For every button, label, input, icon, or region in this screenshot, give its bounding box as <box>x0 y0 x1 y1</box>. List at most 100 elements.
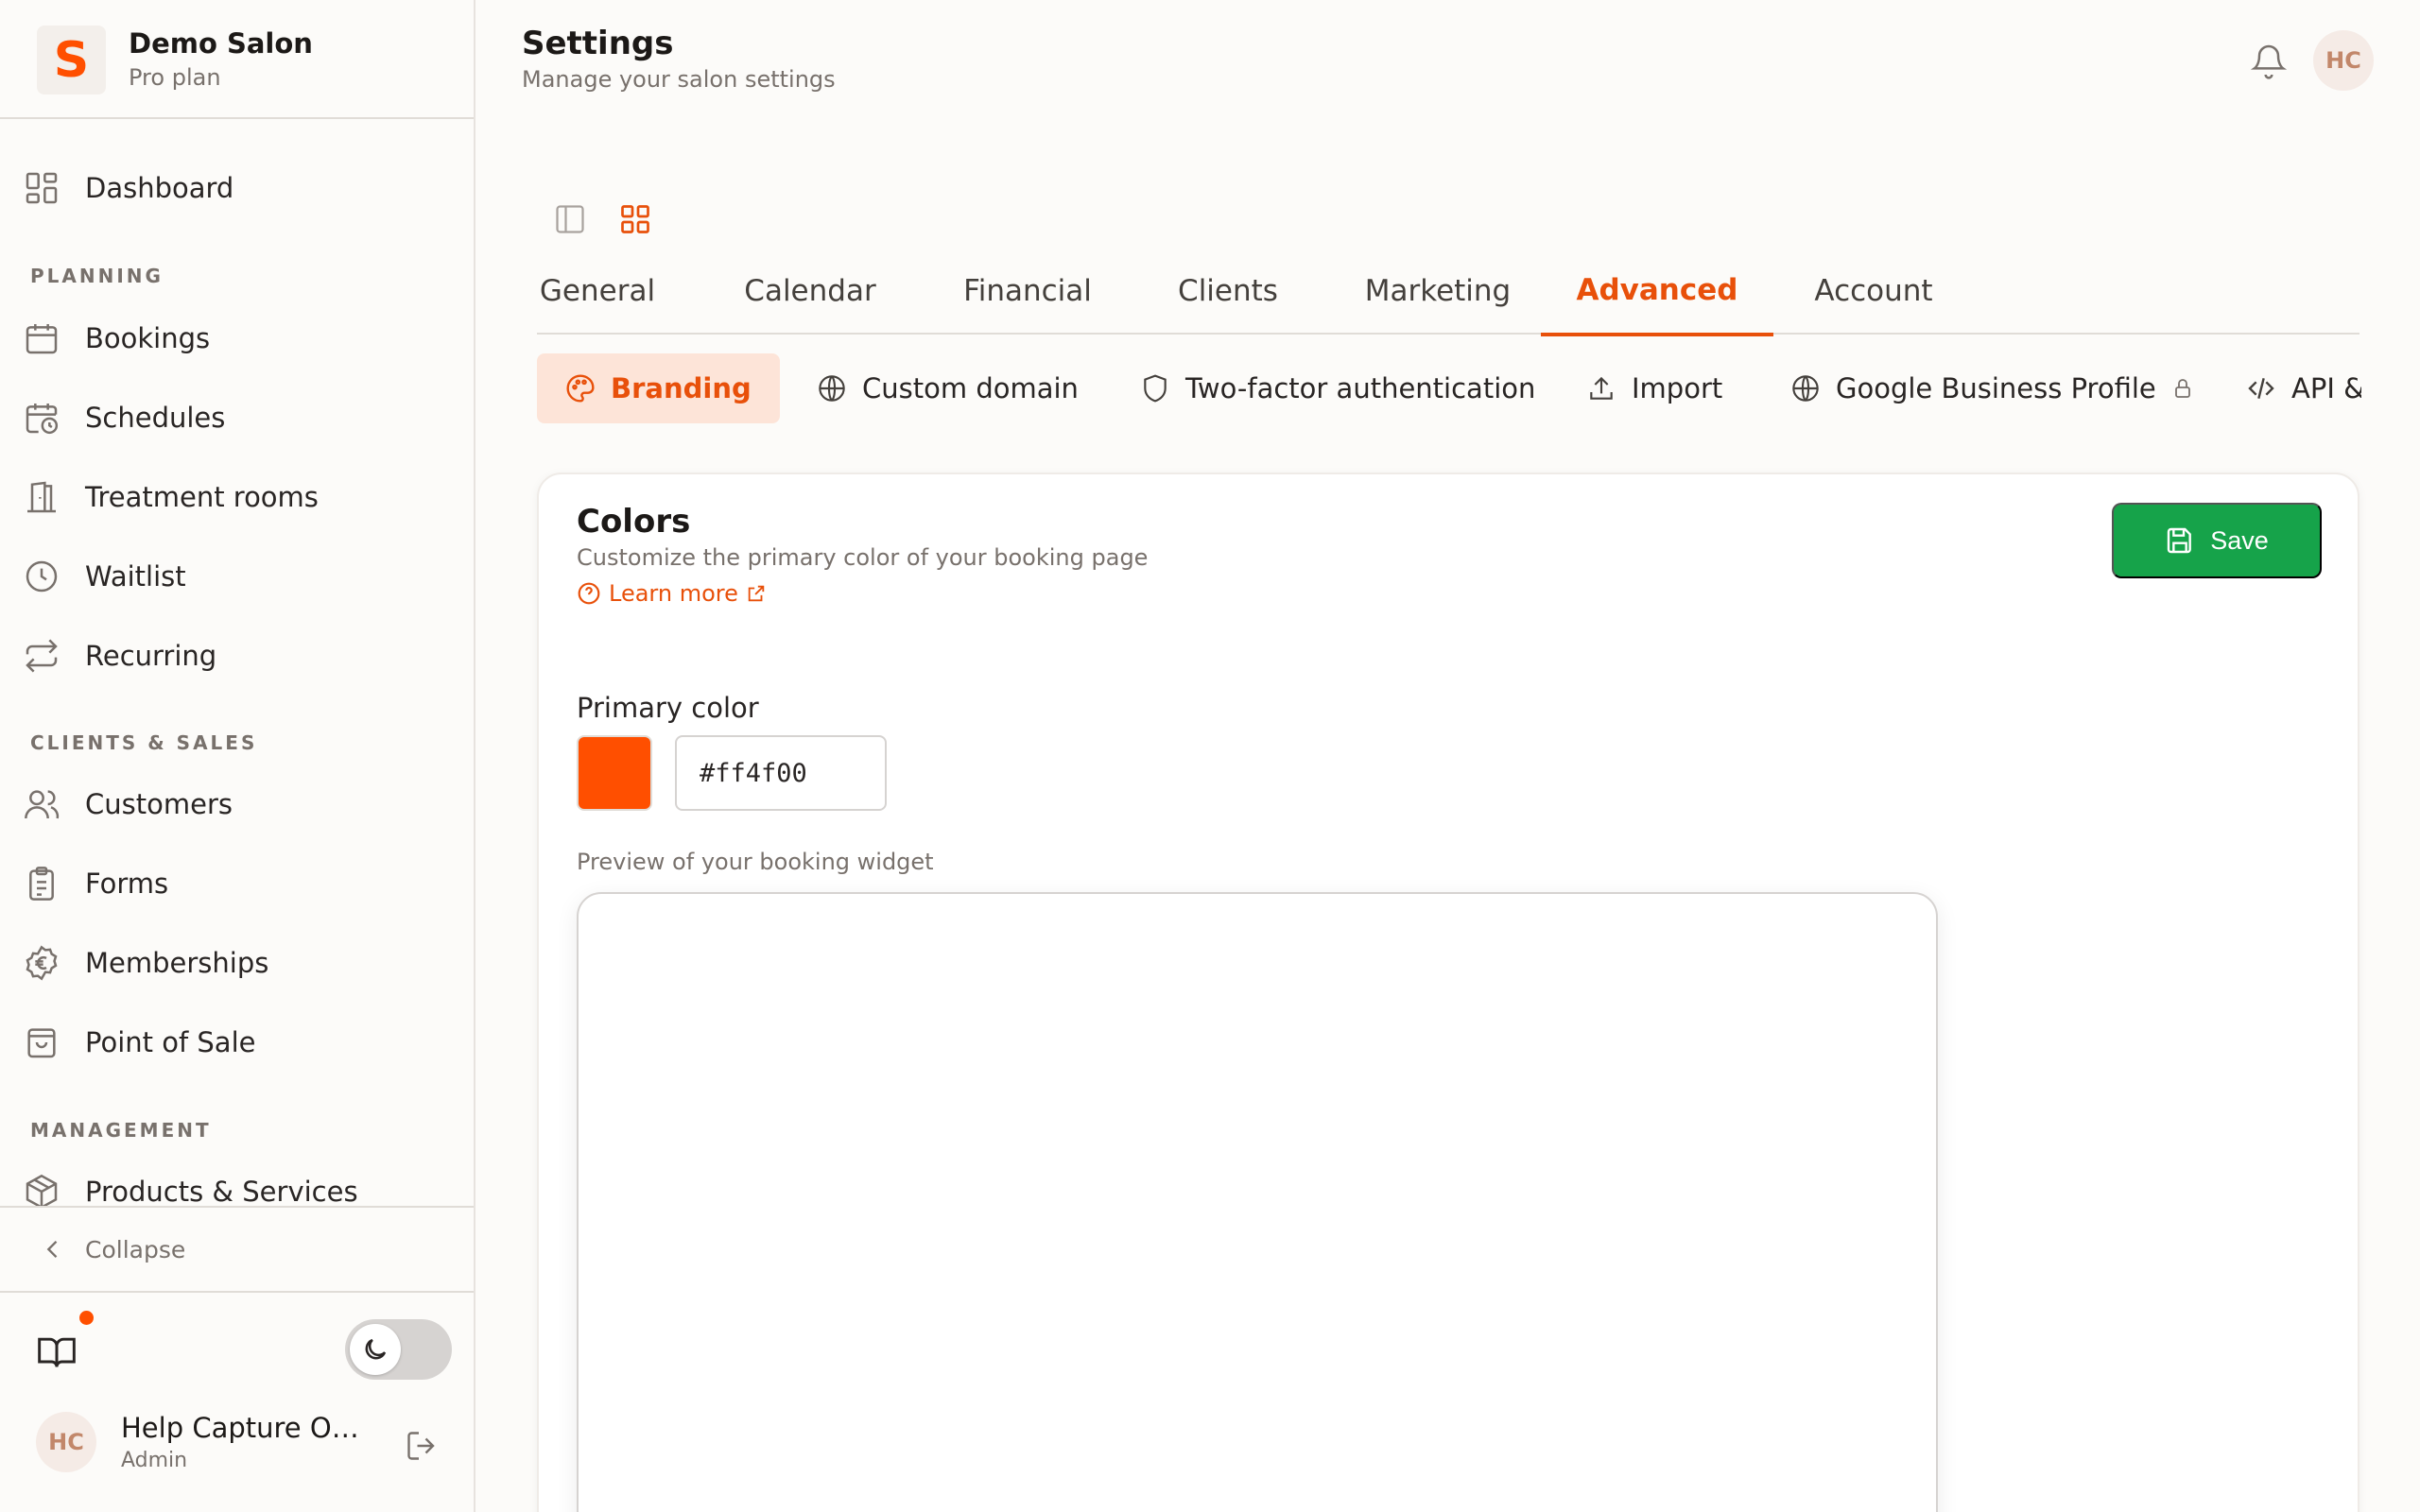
primary-color-label: Primary color <box>577 692 759 724</box>
shopping-bag-icon <box>23 1023 60 1061</box>
collapse-label: Collapse <box>85 1235 186 1263</box>
globe-icon <box>1790 373 1821 404</box>
advanced-subtabs: Branding Custom domain Two-factor authen… <box>537 353 2361 423</box>
lock-icon <box>2171 377 2194 400</box>
user-avatar[interactable]: HC <box>36 1412 96 1472</box>
package-icon <box>23 1173 60 1206</box>
tab-financial[interactable]: Financial <box>962 248 1093 335</box>
sidebar-item-waitlist[interactable]: Waitlist <box>17 543 461 610</box>
globe-icon <box>817 373 847 404</box>
sidebar-item-label: Point of Sale <box>85 1026 256 1058</box>
sidebar-item-memberships[interactable]: Memberships <box>17 930 461 996</box>
user-role: Admin <box>121 1449 188 1472</box>
palette-icon <box>565 373 596 404</box>
section-planning: PLANNING <box>30 265 164 287</box>
tab-clients[interactable]: Clients <box>1176 248 1280 335</box>
panel-left-icon[interactable] <box>553 202 587 236</box>
bell-icon[interactable] <box>2250 42 2288 79</box>
save-button[interactable]: Save <box>2112 503 2322 578</box>
book-open-icon[interactable] <box>36 1331 78 1372</box>
colors-card: Colors Customize the primary color of yo… <box>537 472 2360 1512</box>
booking-widget-preview <box>577 892 1938 1512</box>
shield-icon <box>1140 373 1170 404</box>
sidebar-item-recurring[interactable]: Recurring <box>17 623 461 689</box>
door-icon <box>23 478 60 516</box>
code-icon <box>2246 373 2276 404</box>
sidebar-item-label: Bookings <box>85 322 211 354</box>
sidebar-item-label: Customers <box>85 788 233 820</box>
page-title: Settings <box>522 25 674 62</box>
primary-color-input[interactable] <box>675 735 887 811</box>
brand-header[interactable]: S Demo Salon Pro plan <box>0 0 474 119</box>
sidebar-item-schedules[interactable]: Schedules <box>17 385 461 451</box>
upload-icon <box>1586 373 1616 404</box>
subtab-two-factor[interactable]: Two-factor authentication <box>1140 353 1535 423</box>
sidebar-item-products-services[interactable]: Products & Services <box>17 1159 461 1206</box>
header-avatar[interactable]: HC <box>2313 30 2374 91</box>
subtab-label: Branding <box>611 372 752 404</box>
preview-label: Preview of your booking widget <box>577 849 934 875</box>
color-swatch[interactable] <box>577 735 652 811</box>
section-clients-sales: CLIENTS & SALES <box>30 731 258 754</box>
section-management: MANAGEMENT <box>30 1119 212 1142</box>
sidebar-item-label: Recurring <box>85 640 217 672</box>
sidebar-item-label: Memberships <box>85 947 269 979</box>
card-description: Customize the primary color of your book… <box>577 544 1149 571</box>
sidebar-item-label: Treatment rooms <box>85 481 319 513</box>
users-icon <box>23 785 60 823</box>
euro-badge-icon <box>23 944 60 982</box>
page-subtitle: Manage your salon settings <box>522 66 836 93</box>
subtab-label: Import <box>1632 372 1723 404</box>
subtab-api[interactable]: API & <box>2246 353 2361 423</box>
subtab-label: Google Business Profile <box>1836 372 2156 404</box>
sidebar: S Demo Salon Pro plan Dashboard PLANNING… <box>0 0 475 1512</box>
subtab-branding[interactable]: Branding <box>537 353 780 423</box>
learn-more-link[interactable]: Learn more <box>577 580 767 607</box>
notification-dot <box>79 1311 94 1325</box>
calendar-icon <box>23 319 60 357</box>
sidebar-item-label: Forms <box>85 868 169 900</box>
sidebar-item-dashboard[interactable]: Dashboard <box>17 155 461 221</box>
sidebar-item-forms[interactable]: Forms <box>17 850 461 917</box>
chevron-left-icon <box>40 1236 66 1263</box>
dashboard-icon <box>23 169 60 207</box>
clock-icon <box>23 558 60 595</box>
collapse-sidebar-button[interactable]: Collapse <box>0 1206 474 1293</box>
moon-icon <box>350 1324 401 1375</box>
subtab-custom-domain[interactable]: Custom domain <box>817 353 1079 423</box>
dark-mode-toggle[interactable] <box>345 1319 452 1380</box>
grid-icon[interactable] <box>618 202 652 236</box>
tab-advanced[interactable]: Advanced <box>1541 248 1773 336</box>
learn-more-label: Learn more <box>609 580 738 607</box>
tab-calendar[interactable]: Calendar <box>743 248 877 335</box>
sidebar-nav: Dashboard PLANNING Bookings Schedules Tr… <box>0 119 474 1206</box>
settings-tabs: General Calendar Financial Clients Marke… <box>537 248 2360 336</box>
tab-marketing[interactable]: Marketing <box>1356 248 1520 335</box>
subtab-google-business[interactable]: Google Business Profile <box>1790 353 2194 423</box>
tab-general[interactable]: General <box>537 248 658 335</box>
save-icon <box>2165 525 2195 556</box>
calendar-clock-icon <box>23 399 60 437</box>
brand-logo: S <box>37 26 106 94</box>
tab-account[interactable]: Account <box>1809 248 1938 335</box>
sidebar-item-label: Products & Services <box>85 1176 358 1206</box>
subtab-label: API & <box>2291 372 2361 404</box>
save-label: Save <box>2210 525 2269 555</box>
sidebar-item-customers[interactable]: Customers <box>17 771 461 837</box>
subtab-import[interactable]: Import <box>1586 353 1722 423</box>
subtab-label: Two-factor authentication <box>1185 372 1536 404</box>
sidebar-item-bookings[interactable]: Bookings <box>17 305 461 371</box>
subtab-label: Custom domain <box>862 372 1079 404</box>
help-circle-icon <box>577 581 601 606</box>
card-title: Colors <box>577 503 691 541</box>
logout-icon[interactable] <box>405 1429 439 1463</box>
clipboard-icon <box>23 865 60 902</box>
sidebar-item-treatment-rooms[interactable]: Treatment rooms <box>17 464 461 530</box>
sidebar-item-label: Dashboard <box>85 172 234 204</box>
sidebar-item-label: Waitlist <box>85 560 186 593</box>
sidebar-item-point-of-sale[interactable]: Point of Sale <box>17 1009 461 1075</box>
brand-name: Demo Salon <box>129 27 313 60</box>
sidebar-item-label: Schedules <box>85 402 226 434</box>
external-link-icon <box>746 583 767 604</box>
brand-plan: Pro plan <box>129 64 221 91</box>
